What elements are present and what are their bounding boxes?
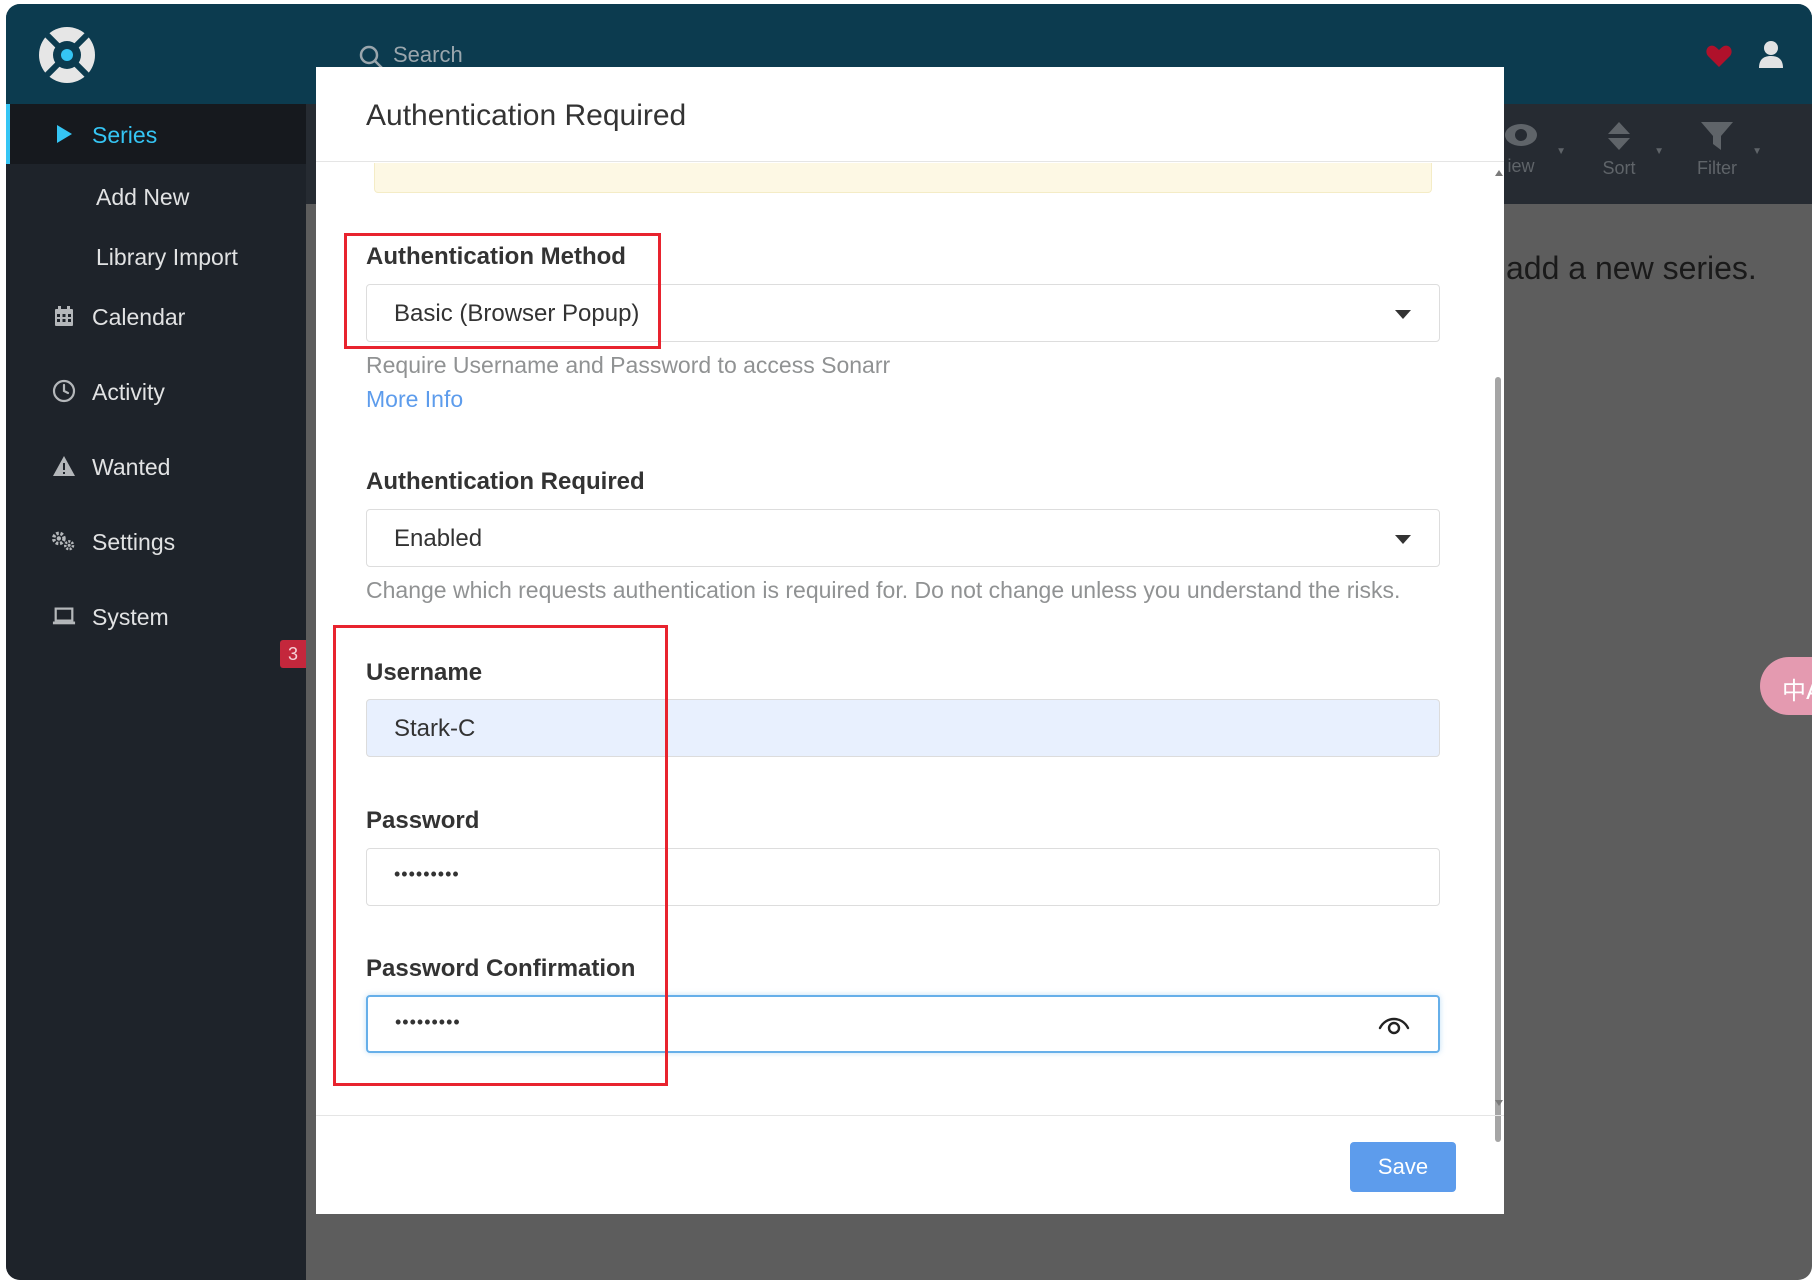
auth-method-help: Require Username and Password to access … (366, 352, 891, 378)
sidebar-item-calendar[interactable]: Calendar (6, 286, 306, 346)
highlight-box-auth-method (344, 233, 661, 349)
clock-icon (52, 379, 76, 403)
translate-icon: 中A (1782, 677, 1812, 705)
sidebar-item-label: Activity (92, 379, 165, 405)
sidebar-item-label: Series (92, 122, 158, 148)
auth-required-select[interactable]: Enabled (366, 509, 1440, 567)
sidebar-item-settings[interactable]: Settings (6, 511, 306, 571)
auth-required-label: Authentication Required (366, 468, 645, 495)
gears-icon (52, 531, 75, 551)
sidebar-item-library-import[interactable]: Library Import (6, 226, 306, 286)
sidebar-item-label: Calendar (92, 304, 186, 330)
modal-title: Authentication Required (366, 99, 687, 132)
calendar-icon (55, 306, 73, 326)
scroll-up-arrow-icon[interactable] (1495, 170, 1503, 176)
eye-icon (1505, 124, 1537, 146)
sidebar-item-add-new[interactable]: Add New (6, 166, 306, 226)
sidebar-item-label: Settings (92, 529, 176, 555)
modal-scrollbar[interactable] (1492, 162, 1504, 1142)
sidebar-item-label: Wanted (92, 454, 171, 480)
sidebar-item-series[interactable]: Series (6, 104, 306, 164)
heart-icon[interactable] (1706, 44, 1732, 68)
search-input[interactable]: Search (393, 42, 463, 68)
save-button[interactable]: Save (1350, 1142, 1456, 1192)
user-icon[interactable] (1758, 40, 1784, 70)
more-info-link[interactable]: More Info (366, 386, 463, 413)
chevron-down-icon (1395, 310, 1411, 319)
scroll-thumb[interactable] (1495, 377, 1501, 1142)
view-caret-icon: ▼ (1556, 146, 1566, 157)
sort-icon (1608, 122, 1630, 150)
empty-series-message: add a new series. (1506, 250, 1757, 286)
show-password-icon[interactable] (1378, 1012, 1410, 1038)
sort-button[interactable]: Sort ▼ (1574, 114, 1664, 194)
sidebar-item-label: Add New (96, 184, 190, 210)
filter-button[interactable]: Filter ▼ (1672, 114, 1762, 194)
sidebar-item-label: Library Import (96, 244, 238, 270)
modal-header: Authentication Required (316, 67, 1504, 162)
scroll-down-arrow-icon[interactable] (1495, 1100, 1503, 1106)
system-health-badge: 3 (280, 640, 306, 668)
sidebar-item-wanted[interactable]: Wanted (6, 436, 306, 496)
highlight-box-credentials (333, 625, 668, 1086)
sidebar-item-activity[interactable]: Activity (6, 361, 306, 421)
auth-required-value: Enabled (394, 525, 483, 552)
auth-required-help: Change which requests authentication is … (366, 577, 1401, 603)
sidebar-item-label: System (92, 604, 169, 630)
filter-caret-icon: ▼ (1752, 146, 1762, 157)
modal-footer: Save (316, 1115, 1504, 1214)
filter-label: Filter (1697, 158, 1737, 178)
warning-icon (53, 456, 75, 476)
sort-label: Sort (1602, 158, 1636, 178)
filter-icon (1701, 122, 1733, 150)
laptop-icon (52, 607, 76, 625)
warning-alert (374, 163, 1432, 193)
sort-caret-icon: ▼ (1654, 146, 1664, 157)
sidebar-item-system[interactable]: System (6, 586, 306, 646)
chevron-down-icon (1395, 535, 1411, 544)
sidebar: Series Add New Library Import Calendar A… (6, 104, 306, 1280)
play-icon (57, 125, 72, 143)
sonarr-logo[interactable] (39, 27, 95, 83)
translate-button[interactable]: 中A (1760, 657, 1812, 715)
